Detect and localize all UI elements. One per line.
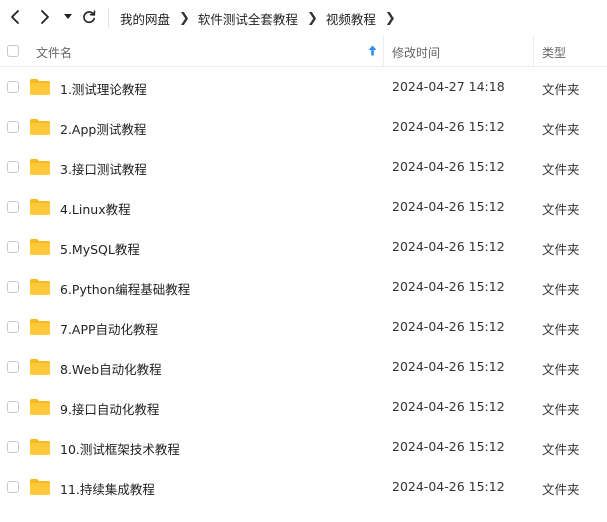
folder-icon xyxy=(30,119,50,135)
file-modified-time: 2024-04-26 15:12 xyxy=(392,159,505,174)
folder-icon xyxy=(30,479,50,495)
file-type: 文件夹 xyxy=(542,482,580,497)
file-type: 文件夹 xyxy=(542,242,580,257)
sort-ascending-icon[interactable] xyxy=(368,45,377,56)
file-row[interactable]: 11.持续集成教程 2024-04-26 15:12 文件夹 xyxy=(0,467,607,507)
folder-icon xyxy=(30,399,50,415)
back-button[interactable] xyxy=(4,6,26,28)
column-header-name[interactable]: 文件名 xyxy=(36,44,72,61)
breadcrumb: 我的网盘 ❯ 软件测试全套教程 ❯ 视频教程 ❯ xyxy=(120,9,404,27)
breadcrumb-item-current[interactable]: 视频教程 xyxy=(326,9,376,28)
file-row[interactable]: 8.Web自动化教程 2024-04-26 15:12 文件夹 xyxy=(0,347,607,387)
file-modified-time: 2024-04-27 14:18 xyxy=(392,79,505,94)
file-row[interactable]: 6.Python编程基础教程 2024-04-26 15:12 文件夹 xyxy=(0,267,607,307)
file-name[interactable]: 3.接口测试教程 xyxy=(60,159,147,178)
file-name[interactable]: 8.Web自动化教程 xyxy=(60,359,162,378)
file-row[interactable]: 2.App测试教程 2024-04-26 15:12 文件夹 xyxy=(0,107,607,147)
row-checkbox[interactable] xyxy=(7,121,19,133)
row-checkbox[interactable] xyxy=(7,281,19,293)
file-modified-time: 2024-04-26 15:12 xyxy=(392,199,505,214)
forward-button[interactable] xyxy=(34,6,56,28)
breadcrumb-separator-icon: ❯ xyxy=(384,10,396,26)
file-type: 文件夹 xyxy=(542,122,580,137)
caret-down-icon xyxy=(64,14,72,19)
folder-icon xyxy=(30,319,50,335)
breadcrumb-separator-icon: ❯ xyxy=(306,10,318,26)
file-modified-time: 2024-04-26 15:12 xyxy=(392,319,505,334)
folder-icon xyxy=(30,439,50,455)
select-all-checkbox[interactable] xyxy=(7,45,19,57)
file-list: 1.测试理论教程 2024-04-27 14:18 文件夹 2.App测试教程 2024… xyxy=(0,67,607,507)
breadcrumb-separator-icon: ❯ xyxy=(179,10,190,26)
file-name[interactable]: 10.测试框架技术教程 xyxy=(60,439,180,458)
file-row[interactable]: 5.MySQL教程 2024-04-26 15:12 文件夹 xyxy=(0,227,607,267)
breadcrumb-item-root[interactable]: 我的网盘 xyxy=(120,9,170,28)
folder-icon xyxy=(30,359,50,375)
breadcrumb-item-course[interactable]: 软件测试全套教程 xyxy=(198,9,298,28)
file-name[interactable]: 6.Python编程基础教程 xyxy=(60,279,190,298)
column-header-modified[interactable]: 修改时间 xyxy=(392,44,440,61)
file-modified-time: 2024-04-26 15:12 xyxy=(392,399,505,414)
toolbar-divider xyxy=(108,8,109,28)
file-type: 文件夹 xyxy=(542,162,580,177)
file-type: 文件夹 xyxy=(542,282,580,297)
file-modified-time: 2024-04-26 15:12 xyxy=(392,279,505,294)
folder-icon xyxy=(30,239,50,255)
file-row[interactable]: 10.测试框架技术教程 2024-04-26 15:12 文件夹 xyxy=(0,427,607,467)
row-checkbox[interactable] xyxy=(7,241,19,253)
file-row[interactable]: 9.接口自动化教程 2024-04-26 15:12 文件夹 xyxy=(0,387,607,427)
file-type: 文件夹 xyxy=(542,82,580,97)
chevron-left-icon xyxy=(11,10,19,24)
row-checkbox[interactable] xyxy=(7,481,19,493)
chevron-right-icon xyxy=(41,10,49,24)
folder-icon xyxy=(30,279,50,295)
file-row[interactable]: 1.测试理论教程 2024-04-27 14:18 文件夹 xyxy=(0,67,607,107)
file-modified-time: 2024-04-26 15:12 xyxy=(392,359,505,374)
file-type: 文件夹 xyxy=(542,202,580,217)
file-name[interactable]: 1.测试理论教程 xyxy=(60,79,147,98)
folder-icon xyxy=(30,159,50,175)
folder-icon xyxy=(30,79,50,95)
file-name[interactable]: 9.接口自动化教程 xyxy=(60,399,159,418)
file-modified-time: 2024-04-26 15:12 xyxy=(392,119,505,134)
folder-icon xyxy=(30,199,50,215)
row-checkbox[interactable] xyxy=(7,441,19,453)
file-name[interactable]: 2.App测试教程 xyxy=(60,119,146,138)
file-row[interactable]: 3.接口测试教程 2024-04-26 15:12 文件夹 xyxy=(0,147,607,187)
file-type: 文件夹 xyxy=(542,322,580,337)
file-type: 文件夹 xyxy=(542,442,580,457)
file-row[interactable]: 7.APP自动化教程 2024-04-26 15:12 文件夹 xyxy=(0,307,607,347)
row-checkbox[interactable] xyxy=(7,201,19,213)
row-checkbox[interactable] xyxy=(7,321,19,333)
file-name[interactable]: 5.MySQL教程 xyxy=(60,239,140,258)
row-checkbox[interactable] xyxy=(7,81,19,93)
file-list-header: 文件名 修改时间 类型 xyxy=(0,36,607,67)
row-checkbox[interactable] xyxy=(7,361,19,373)
column-divider[interactable] xyxy=(533,36,534,66)
file-row[interactable]: 4.Linux教程 2024-04-26 15:12 文件夹 xyxy=(0,187,607,227)
file-modified-time: 2024-04-26 15:12 xyxy=(392,439,505,454)
file-modified-time: 2024-04-26 15:12 xyxy=(392,239,505,254)
refresh-button[interactable] xyxy=(78,6,100,28)
row-checkbox[interactable] xyxy=(7,161,19,173)
file-name[interactable]: 7.APP自动化教程 xyxy=(60,319,158,338)
column-divider[interactable] xyxy=(383,36,384,66)
column-header-type[interactable]: 类型 xyxy=(542,44,566,61)
file-name[interactable]: 4.Linux教程 xyxy=(60,199,131,218)
refresh-icon xyxy=(83,10,96,24)
file-modified-time: 2024-04-26 15:12 xyxy=(392,479,505,494)
toolbar: 我的网盘 ❯ 软件测试全套教程 ❯ 视频教程 ❯ xyxy=(0,0,607,36)
file-type: 文件夹 xyxy=(542,362,580,377)
history-dropdown-button[interactable] xyxy=(60,6,76,28)
file-type: 文件夹 xyxy=(542,402,580,417)
row-checkbox[interactable] xyxy=(7,401,19,413)
file-name[interactable]: 11.持续集成教程 xyxy=(60,479,155,498)
